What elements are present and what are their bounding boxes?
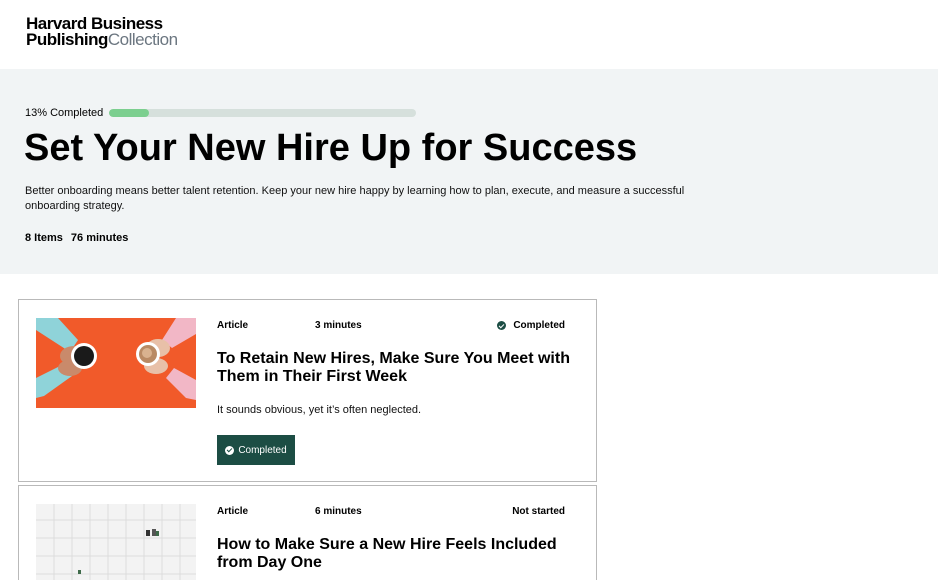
- content-status: Not started: [512, 506, 565, 517]
- progress-row: 13% Completed: [25, 107, 416, 119]
- completed-button[interactable]: Completed: [217, 435, 295, 465]
- items-count: 8 Items: [25, 232, 63, 244]
- white-grid-wall-thumbnail[interactable]: [36, 504, 196, 580]
- content-type: Article: [217, 506, 249, 517]
- white-grid-wall-image: [36, 504, 196, 580]
- course-description: Better onboarding means better talent re…: [25, 185, 685, 212]
- content-card[interactable]: Article 6 minutes Not started How to Mak…: [18, 485, 597, 580]
- content-card[interactable]: Article 3 minutes Completed To Retain Ne…: [18, 299, 597, 482]
- coffee-cups-thumbnail[interactable]: [36, 318, 196, 408]
- page-title: Set Your New Hire Up for Success: [24, 127, 638, 169]
- content-duration: 3 minutes: [315, 320, 362, 331]
- content-status-label: Not started: [512, 506, 565, 517]
- content-status-label: Completed: [513, 320, 565, 331]
- total-duration: 76 minutes: [70, 232, 129, 244]
- course-meta: 8 Items 76 minutes: [25, 232, 128, 244]
- progress-bar-fill: [109, 109, 149, 117]
- completed-button-label: Completed: [238, 444, 287, 456]
- content-title-link[interactable]: How to Make Sure a New Hire Feels Includ…: [217, 536, 577, 572]
- check-circle-icon: [497, 321, 507, 330]
- progress-bar: [109, 109, 416, 117]
- course-hero: 13% Completed Set Your New Hire Up for S…: [0, 69, 938, 274]
- content-description: It sounds obvious, yet it’s often neglec…: [217, 404, 422, 416]
- hbp-collection-logo[interactable]: Harvard Business PublishingCollection: [26, 15, 178, 49]
- content-status: Completed: [497, 320, 565, 331]
- coffee-cups-image: [36, 318, 196, 408]
- logo-line-2-bold: Publishing: [26, 30, 108, 49]
- progress-label: 13% Completed: [25, 107, 104, 119]
- check-circle-icon: [225, 445, 235, 455]
- logo-line-2-light: Collection: [107, 30, 178, 49]
- content-type: Article: [217, 320, 249, 331]
- content-duration: 6 minutes: [315, 506, 362, 517]
- content-title-link[interactable]: To Retain New Hires, Make Sure You Meet …: [217, 350, 577, 386]
